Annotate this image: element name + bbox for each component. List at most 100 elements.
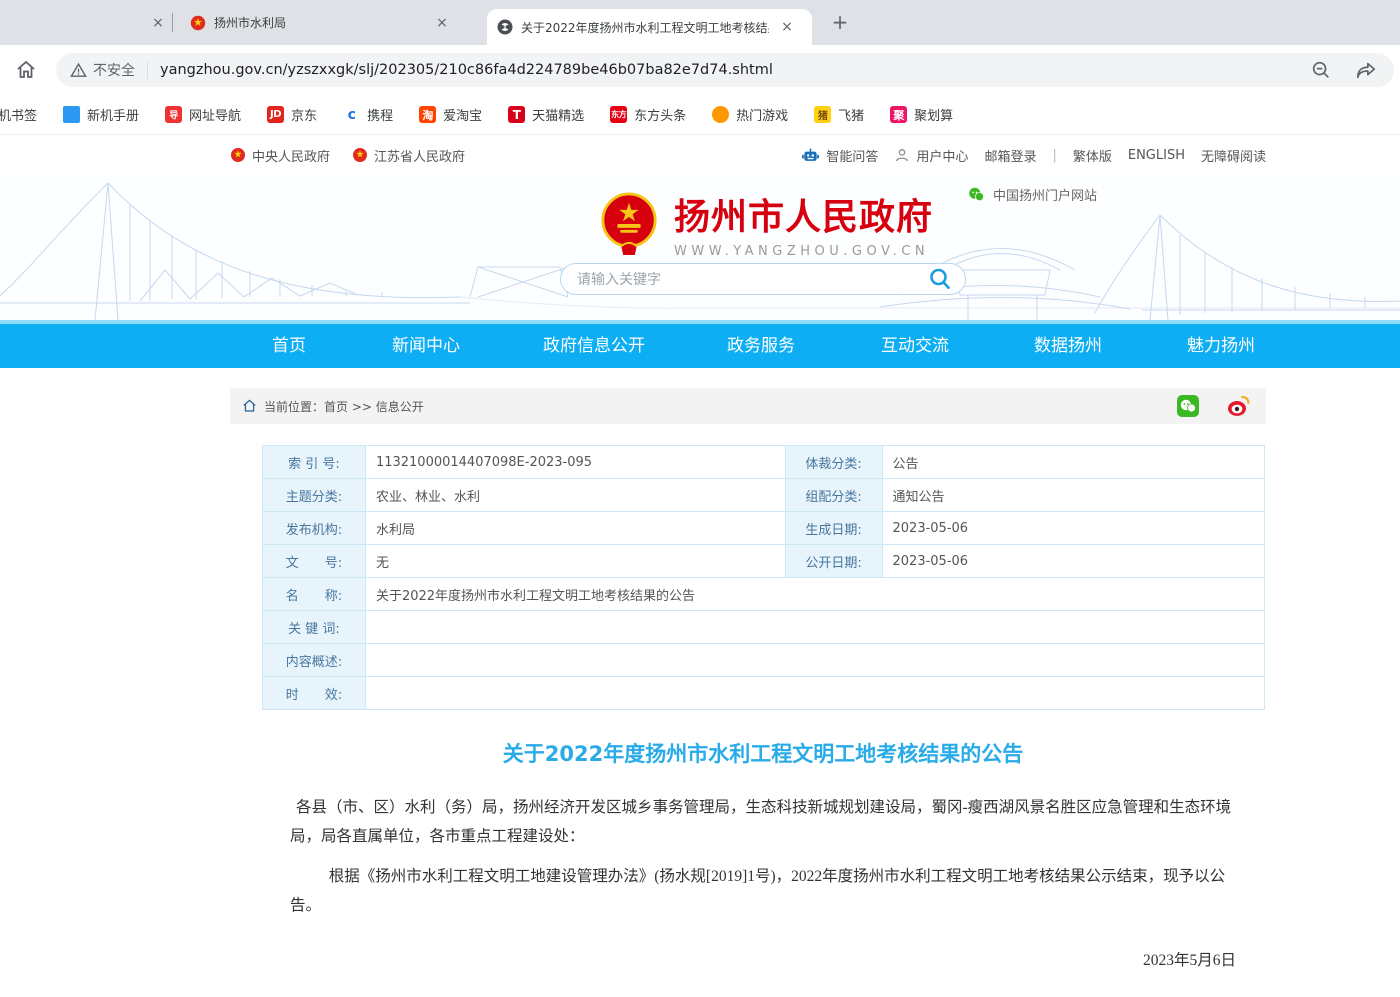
link-mail-login[interactable]: 邮箱登录 <box>984 146 1036 165</box>
meta-value <box>365 644 1264 677</box>
site-logo[interactable]: 扬州市人民政府 WWW.YANGZHOU.GOV.CN <box>598 188 933 259</box>
meta-label: 关 键 词: <box>263 611 366 644</box>
search-icon[interactable] <box>927 266 953 292</box>
bookmark-item[interactable]: 新机手册 <box>63 105 151 124</box>
article-paragraph: 各县（市、区）水利（务）局，扬州经济开发区城乡事务管理局，生态科技新城规划建设局… <box>290 794 1236 851</box>
link-jiangsu-gov[interactable]: 江苏省人民政府 <box>352 146 465 165</box>
meta-label: 体裁分类: <box>785 446 882 479</box>
site-banner: 扬州市人民政府 WWW.YANGZHOU.GOV.CN 中国扬州门户网站 <box>0 175 1400 320</box>
link-label: 中央人民政府 <box>252 146 330 165</box>
table-row: 时 效: <box>263 677 1265 710</box>
manual-icon <box>63 106 80 123</box>
close-icon[interactable]: × <box>777 17 797 37</box>
juhuasuan-icon: 聚 <box>890 106 907 123</box>
site-nav-icon: 导 <box>165 106 182 123</box>
bookmark-label: 爱淘宝 <box>443 105 482 124</box>
portal-label: 中国扬州门户网站 <box>993 185 1097 204</box>
link-traditional-chinese[interactable]: 繁体版 <box>1073 146 1112 165</box>
bookmark-item[interactable]: c 携程 <box>343 105 405 124</box>
bookmark-label: 携程 <box>367 105 393 124</box>
nav-gov-services[interactable]: 政务服务 <box>727 324 795 368</box>
share-weibo-icon[interactable] <box>1226 394 1252 418</box>
omnibox-divider <box>147 61 148 79</box>
bookmark-label: 机书签 <box>0 105 37 124</box>
tab-yangzhou-water-bureau[interactable]: 扬州市水利局 × <box>180 0 480 45</box>
document-meta-table: 索 引 号: 11321000014407098E-2023-095 体裁分类:… <box>262 445 1265 710</box>
warning-triangle-icon <box>70 62 87 79</box>
jd-icon: JD <box>267 106 284 123</box>
link-english[interactable]: ENGLISH <box>1128 148 1185 163</box>
link-user-center[interactable]: 用户中心 <box>894 146 968 165</box>
nav-data-yangzhou[interactable]: 数据扬州 <box>1034 324 1102 368</box>
table-row: 主题分类: 农业、林业、水利 组配分类: 通知公告 <box>263 479 1265 512</box>
home-icon[interactable] <box>14 58 38 82</box>
nav-gov-info-disclosure[interactable]: 政府信息公开 <box>543 324 645 368</box>
nav-news-center[interactable]: 新闻中心 <box>392 324 460 368</box>
bookmark-item[interactable]: 机书签 <box>0 105 49 124</box>
url-omnibox[interactable]: 不安全 yangzhou.gov.cn/yzszxxgk/slj/202305/… <box>56 53 1394 87</box>
table-row: 内容概述: <box>263 644 1265 677</box>
new-tab-button[interactable]: + <box>826 9 854 37</box>
nav-charm-yangzhou[interactable]: 魅力扬州 <box>1187 324 1255 368</box>
meta-label: 发布机构: <box>263 512 366 545</box>
link-central-gov[interactable]: 中央人民政府 <box>230 146 330 165</box>
bookmark-item[interactable]: T 天猫精选 <box>508 105 596 124</box>
site-url: WWW.YANGZHOU.GOV.CN <box>674 244 933 259</box>
meta-label: 生成日期: <box>785 512 882 545</box>
link-smart-qa[interactable]: 智能问答 <box>801 146 878 165</box>
nav-interaction[interactable]: 互动交流 <box>881 324 949 368</box>
national-emblem-icon <box>598 191 660 257</box>
link-label: 智能问答 <box>826 146 878 165</box>
table-row: 关 键 词: <box>263 611 1265 644</box>
bookmarks-bar: 机书签 新机手册 导 网址导航 JD 京东 c 携程 淘 爱淘宝 T 天猫精选 … <box>0 95 1400 135</box>
gov-emblem-icon <box>230 147 246 163</box>
bookmark-item[interactable]: 东方 东方头条 <box>610 105 698 124</box>
main-navigation: 首页 新闻中心 政府信息公开 政务服务 互动交流 数据扬州 魅力扬州 <box>0 320 1400 368</box>
bookmark-item[interactable]: 导 网址导航 <box>165 105 253 124</box>
gov-top-bar: 中央人民政府 江苏省人民政府 智能问答 <box>0 135 1400 175</box>
table-row: 文 号: 无 公开日期: 2023-05-06 <box>263 545 1265 578</box>
tmall-icon: T <box>508 106 525 123</box>
nav-home[interactable]: 首页 <box>272 324 306 368</box>
gov-emblem-icon <box>352 147 368 163</box>
link-label: 邮箱登录 <box>984 146 1036 165</box>
bookmark-item[interactable]: JD 京东 <box>267 105 329 124</box>
close-icon[interactable]: × <box>148 13 168 33</box>
share-icon[interactable] <box>1354 59 1378 81</box>
tab-active-announcement[interactable]: 关于2022年度扬州市水利工程文明工地考核结果的公告 × <box>487 9 812 45</box>
meta-value: 2023-05-06 <box>882 545 1265 578</box>
bookmark-label: 天猫精选 <box>532 105 584 124</box>
breadcrumb-home-icon <box>242 399 257 413</box>
security-chip[interactable]: 不安全 <box>70 60 135 80</box>
breadcrumb-path[interactable]: 首页 >> 信息公开 <box>324 398 424 415</box>
link-accessibility[interactable]: 无障碍阅读 <box>1201 146 1266 165</box>
tab-divider <box>172 13 173 32</box>
meta-value: 公告 <box>882 446 1265 479</box>
meta-value: 无 <box>365 545 785 578</box>
zoom-out-icon[interactable] <box>1310 59 1332 81</box>
site-search[interactable] <box>560 263 966 295</box>
meta-label: 公开日期: <box>785 545 882 578</box>
bookmark-item[interactable]: 热门游戏 <box>712 105 800 124</box>
bookmark-item[interactable]: 猪 飞猪 <box>814 105 876 124</box>
link-label: 江苏省人民政府 <box>374 146 465 165</box>
article-date: 2023年5月6日 <box>290 947 1236 976</box>
bookmark-item[interactable]: 淘 爱淘宝 <box>419 105 494 124</box>
east-toutiao-icon: 东方 <box>610 106 627 123</box>
meta-label: 索 引 号: <box>263 446 366 479</box>
portal-badge[interactable]: 中国扬州门户网站 <box>968 185 1097 204</box>
bookmark-item[interactable]: 聚 聚划算 <box>890 105 965 124</box>
search-input[interactable] <box>577 271 927 287</box>
link-label: ENGLISH <box>1128 148 1185 163</box>
wechat-icon <box>968 186 985 203</box>
meta-value: 通知公告 <box>882 479 1265 512</box>
share-wechat-icon[interactable] <box>1176 394 1200 418</box>
site-title: 扬州市人民政府 <box>674 188 933 240</box>
meta-value: 农业、林业、水利 <box>365 479 785 512</box>
bookmark-label: 飞猪 <box>838 105 864 124</box>
meta-label: 时 效: <box>263 677 366 710</box>
meta-value: 关于2022年度扬州市水利工程文明工地考核结果的公告 <box>365 578 1264 611</box>
meta-value <box>365 611 1264 644</box>
bookmark-label: 网址导航 <box>189 105 241 124</box>
close-icon[interactable]: × <box>432 13 452 33</box>
